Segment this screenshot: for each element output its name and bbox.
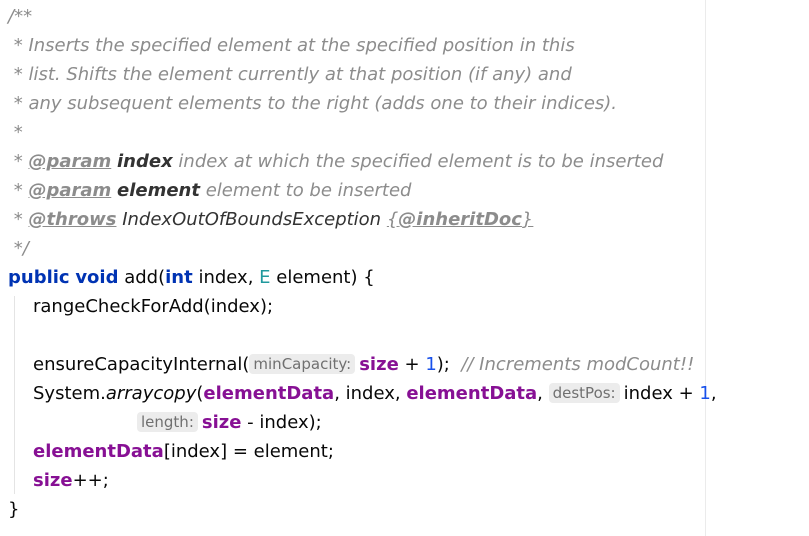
hint-length: length: bbox=[137, 412, 198, 432]
javadoc-star: * bbox=[8, 180, 29, 201]
javadoc-close: */ bbox=[8, 238, 29, 259]
code-editor[interactable]: /** * Inserts the specified element at t… bbox=[0, 0, 809, 536]
size-increment-line[interactable]: size++; bbox=[33, 468, 109, 494]
param-name-index: index bbox=[117, 151, 173, 172]
assign-index: [index] = element; bbox=[163, 441, 334, 462]
right-margin-guide bbox=[705, 0, 706, 536]
javadoc-line-3: * any subsequent elements to the right (… bbox=[8, 93, 618, 114]
line-comment: // Increments modCount!! bbox=[461, 354, 695, 375]
param-index: index, bbox=[198, 267, 260, 288]
javadoc-open: /** bbox=[8, 6, 33, 27]
system-class[interactable]: System. bbox=[33, 383, 106, 404]
args-index: , index, bbox=[334, 383, 407, 404]
javadoc-blank: * bbox=[8, 122, 23, 143]
ensure-capacity-line[interactable]: ensureCapacityInternal(minCapacity: size … bbox=[33, 352, 694, 378]
javadoc-star: * bbox=[8, 151, 29, 172]
field-element-data[interactable]: elementData bbox=[33, 441, 164, 462]
javadoc-star: * bbox=[8, 209, 29, 230]
param-tag: @param bbox=[28, 180, 112, 201]
param-desc-index: index at which the specified element is … bbox=[172, 151, 664, 172]
keyword-public: public bbox=[8, 267, 70, 288]
throws-type[interactable]: IndexOutOfBoundsException bbox=[122, 209, 381, 230]
field-size[interactable]: size bbox=[33, 470, 73, 491]
number-one: 1 bbox=[699, 383, 711, 404]
field-element-data[interactable]: elementData bbox=[406, 383, 537, 404]
inherit-close: } bbox=[521, 209, 534, 230]
plus-op: + bbox=[398, 354, 426, 375]
javadoc-param-index: * @param index index at which the specif… bbox=[8, 149, 664, 175]
field-element-data[interactable]: elementData bbox=[203, 383, 334, 404]
throws-tag[interactable]: @throws bbox=[28, 209, 116, 230]
param-name-element: element bbox=[117, 180, 200, 201]
arraycopy-method[interactable]: arraycopy bbox=[106, 383, 197, 404]
inherit-doc[interactable]: {@inheritDoc} bbox=[387, 209, 534, 230]
field-size[interactable]: size bbox=[359, 354, 399, 375]
args-comma: , bbox=[537, 383, 549, 404]
keyword-int: int bbox=[165, 267, 193, 288]
increment-op: ++; bbox=[72, 470, 109, 491]
hint-min-capacity: minCapacity: bbox=[249, 354, 356, 374]
javadoc-param-element: * @param element element to be inserted bbox=[8, 178, 412, 204]
inherit-tag: @inheritDoc bbox=[398, 209, 522, 230]
index-plus: index + bbox=[623, 383, 700, 404]
arraycopy-continuation[interactable]: length: size - index); bbox=[137, 410, 322, 436]
inherit-open: { bbox=[386, 209, 399, 230]
param-tag: @param bbox=[28, 151, 112, 172]
closing-brace: } bbox=[8, 499, 20, 520]
size-minus-index: - index); bbox=[241, 412, 322, 433]
indent-guide bbox=[14, 296, 15, 494]
arraycopy-line[interactable]: System.arraycopy(elementData, index, ele… bbox=[33, 381, 717, 407]
method-signature[interactable]: public void add(int index, E element) { bbox=[8, 265, 375, 291]
param-element: element) { bbox=[276, 267, 375, 288]
param-desc-element: element to be inserted bbox=[199, 180, 412, 201]
type-param-e[interactable]: E bbox=[259, 267, 270, 288]
field-size[interactable]: size bbox=[202, 412, 242, 433]
trailing-comma: , bbox=[710, 383, 717, 404]
javadoc-line-2: * list. Shifts the element currently at … bbox=[8, 64, 572, 85]
keyword-void: void bbox=[75, 267, 119, 288]
assignment-line[interactable]: elementData[index] = element; bbox=[33, 439, 334, 465]
javadoc-line-1: * Inserts the specified element at the s… bbox=[8, 35, 575, 56]
ensure-end: ); bbox=[436, 354, 450, 375]
hint-dest-pos: destPos: bbox=[548, 383, 620, 403]
ensure-capacity-call[interactable]: ensureCapacityInternal( bbox=[33, 354, 249, 375]
javadoc-throws: * @throws IndexOutOfBoundsException {@in… bbox=[8, 207, 534, 233]
range-check-call[interactable]: rangeCheckForAdd(index); bbox=[33, 294, 273, 320]
method-name[interactable]: add( bbox=[124, 267, 165, 288]
number-one: 1 bbox=[425, 354, 437, 375]
